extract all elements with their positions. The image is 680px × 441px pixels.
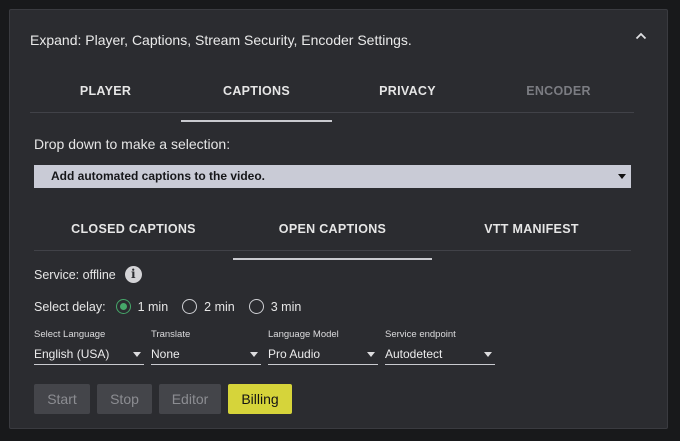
field-label: Service endpoint bbox=[385, 329, 456, 340]
language-select[interactable]: English (USA) bbox=[34, 344, 144, 365]
delay-option-label: 1 min bbox=[137, 299, 169, 314]
caption-mode-value: Add automated captions to the video. bbox=[51, 169, 266, 183]
dropdown-label: Drop down to make a selection: bbox=[34, 136, 231, 152]
stop-button[interactable]: Stop bbox=[97, 384, 152, 414]
delay-selector: Select delay: 1 min 2 min 3 min bbox=[34, 299, 315, 314]
language-model-field: Language Model Pro Audio bbox=[268, 329, 378, 365]
radio-button-checked[interactable] bbox=[115, 299, 131, 314]
editor-button[interactable]: Editor bbox=[159, 384, 221, 414]
language-model-select[interactable]: Pro Audio bbox=[268, 344, 378, 365]
radio-button[interactable] bbox=[182, 299, 198, 314]
field-label: Translate bbox=[151, 329, 191, 340]
translate-value: None bbox=[151, 347, 180, 361]
delay-option-3min[interactable]: 3 min bbox=[248, 299, 302, 314]
delay-option-1min[interactable]: 1 min bbox=[115, 299, 169, 314]
delay-option-label: 3 min bbox=[270, 299, 302, 314]
tab-vtt-manifest[interactable]: VTT MANIFEST bbox=[432, 218, 631, 250]
settings-panel: Expand: Player, Captions, Stream Securit… bbox=[9, 9, 668, 429]
caption-settings-fields: Select Language English (USA) Translate … bbox=[34, 329, 502, 365]
service-status: Service: offline i bbox=[34, 266, 142, 283]
tab-captions[interactable]: CAPTIONS bbox=[181, 80, 332, 122]
caret-down-icon bbox=[618, 174, 626, 179]
main-tabs: PLAYER CAPTIONS PRIVACY ENCODER bbox=[30, 80, 634, 122]
tab-closed-captions[interactable]: CLOSED CAPTIONS bbox=[34, 218, 233, 250]
service-status-text: Service: offline bbox=[34, 267, 116, 282]
field-label: Language Model bbox=[268, 329, 339, 340]
tab-encoder[interactable]: ENCODER bbox=[483, 80, 634, 112]
caret-down-icon bbox=[133, 352, 141, 357]
radio-button[interactable] bbox=[248, 299, 264, 314]
language-value: English (USA) bbox=[34, 347, 110, 361]
chevron-up-icon bbox=[635, 32, 647, 40]
collapse-button[interactable] bbox=[633, 28, 649, 44]
caption-sub-tabs: CLOSED CAPTIONS OPEN CAPTIONS VTT MANIFE… bbox=[34, 218, 631, 260]
billing-button[interactable]: Billing bbox=[228, 384, 292, 414]
start-button[interactable]: Start bbox=[34, 384, 90, 414]
translate-field: Translate None bbox=[151, 329, 261, 365]
tab-privacy[interactable]: PRIVACY bbox=[332, 80, 483, 112]
language-model-value: Pro Audio bbox=[268, 347, 321, 361]
caret-down-icon bbox=[250, 352, 258, 357]
delay-label: Select delay: bbox=[34, 299, 106, 314]
caption-mode-select[interactable]: Add automated captions to the video. bbox=[34, 165, 631, 188]
language-field: Select Language English (USA) bbox=[34, 329, 144, 365]
delay-option-2min[interactable]: 2 min bbox=[182, 299, 235, 314]
caret-down-icon bbox=[367, 352, 375, 357]
panel-title: Expand: Player, Captions, Stream Securit… bbox=[30, 32, 412, 48]
action-buttons: Start Stop Editor Billing bbox=[34, 384, 299, 414]
service-endpoint-field: Service endpoint Autodetect bbox=[385, 329, 495, 365]
field-label: Select Language bbox=[34, 329, 106, 340]
delay-option-label: 2 min bbox=[204, 299, 235, 314]
info-icon[interactable]: i bbox=[124, 266, 142, 283]
translate-select[interactable]: None bbox=[151, 344, 261, 365]
tab-player[interactable]: PLAYER bbox=[30, 80, 181, 112]
service-endpoint-value: Autodetect bbox=[385, 347, 443, 361]
tab-open-captions[interactable]: OPEN CAPTIONS bbox=[233, 218, 432, 260]
caret-down-icon bbox=[484, 352, 492, 357]
service-endpoint-select[interactable]: Autodetect bbox=[385, 344, 495, 365]
